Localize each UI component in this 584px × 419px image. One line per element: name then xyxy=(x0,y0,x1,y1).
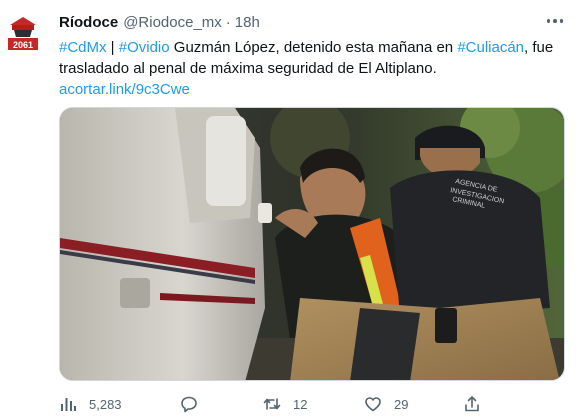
hashtag-cdmx[interactable]: #CdMx xyxy=(59,39,107,56)
share-button[interactable] xyxy=(463,393,481,415)
author-name[interactable]: Ríodoce xyxy=(59,14,118,31)
tweet-media-photo[interactable]: AGENCIA DE INVESTIGACION CRIMINAL xyxy=(59,107,565,381)
shortened-link[interactable]: acortar.link/9c3Cwe xyxy=(59,81,190,98)
tweet-text-segment: | xyxy=(106,39,119,56)
like-button[interactable]: 29 xyxy=(364,393,408,415)
tweet-card[interactable]: 2061 Ríodoce @Riodoce_mx · 18h #CdMx | #… xyxy=(0,0,584,419)
author-handle[interactable]: @Riodoce_mx xyxy=(123,14,222,31)
riodoce-logo-icon: 2061 xyxy=(6,13,40,53)
hashtag-ovidio[interactable]: #Ovidio xyxy=(119,39,170,56)
tweet-timestamp[interactable]: 18h xyxy=(235,14,260,31)
retweet-button[interactable]: 12 xyxy=(263,393,307,415)
tweet-text-segment: , fue xyxy=(524,39,554,56)
more-options-icon[interactable] xyxy=(543,11,567,31)
avatar-badge-text: 2061 xyxy=(13,40,33,50)
reply-icon xyxy=(181,396,197,413)
views-button[interactable]: 5,283 xyxy=(59,393,122,415)
tweet-text: #CdMx | #Ovidio Guzmán López, detenido e… xyxy=(59,37,579,100)
heart-icon xyxy=(365,397,381,412)
separator-dot: · xyxy=(225,13,231,31)
share-icon xyxy=(465,396,479,412)
like-count: 29 xyxy=(394,396,409,412)
arrest-photo: AGENCIA DE INVESTIGACION CRIMINAL xyxy=(60,108,564,380)
tweet-text-line-2: trasladado al penal de máxima seguridad … xyxy=(59,60,437,77)
tweet-text-segment: Guzmán López, detenido esta mañana en xyxy=(169,39,458,56)
tweet-text-line-1: #CdMx | #Ovidio Guzmán López, detenido e… xyxy=(59,37,579,58)
tweet-action-bar: 5,283 12 29 xyxy=(59,393,579,415)
views-count: 5,283 xyxy=(89,396,122,412)
analytics-icon xyxy=(61,398,76,411)
tweet-text-line-3: acortar.link/9c3Cwe xyxy=(59,79,579,100)
avatar[interactable]: 2061 xyxy=(6,13,40,53)
tweet-header: Ríodoce @Riodoce_mx · 18h xyxy=(59,12,260,32)
retweet-count: 12 xyxy=(293,396,308,412)
retweet-icon xyxy=(263,398,281,410)
hashtag-culiacan[interactable]: #Culiacán xyxy=(457,39,524,56)
reply-button[interactable] xyxy=(180,393,210,415)
